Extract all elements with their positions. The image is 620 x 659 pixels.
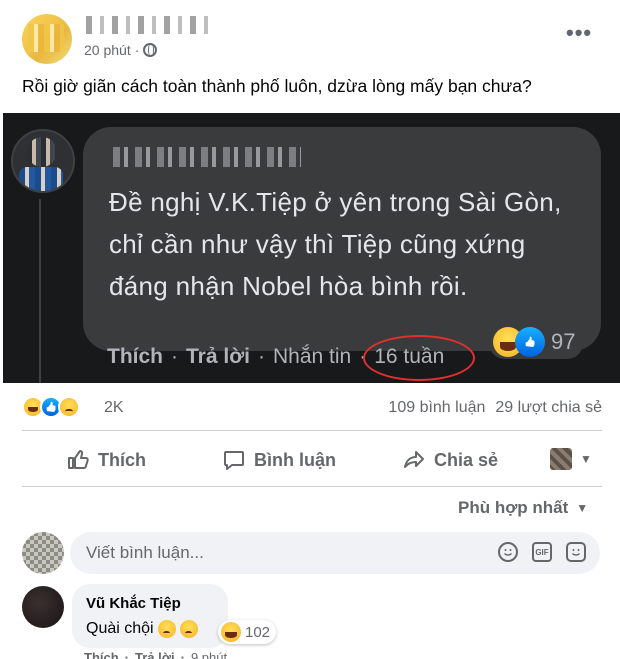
current-user-avatar[interactable] <box>22 532 64 574</box>
embedded-author-blurred <box>113 147 301 167</box>
more-icon[interactable]: ••• <box>566 22 592 44</box>
sad-emoji-icon <box>179 620 198 638</box>
comment-count[interactable]: 109 bình luận <box>388 399 485 417</box>
comment-composer[interactable]: GIF <box>70 532 600 574</box>
comment-time[interactable]: 9 phút <box>191 650 227 659</box>
comment-sort-dropdown[interactable]: Phù hợp nhất ▼ <box>458 498 588 518</box>
comment-button[interactable]: Bình luận <box>222 448 336 472</box>
comment-bubble: Vũ Khắc Tiệp Quài chội <box>72 584 228 648</box>
post-text: Rồi giờ giãn cách toàn thành phố luôn, d… <box>22 76 532 96</box>
comment-reply[interactable]: Trả lời <box>135 650 175 659</box>
sort-label: Phù hợp nhất <box>458 498 569 517</box>
reaction-summary[interactable] <box>22 396 80 418</box>
post-meta: 20 phút · <box>84 42 158 58</box>
embedded-reply: Trả lời <box>186 345 250 368</box>
comment-label: Bình luận <box>254 449 336 470</box>
divider <box>22 430 602 431</box>
comment-actions: Thích · Trả lời · 9 phút <box>84 650 227 659</box>
share-icon <box>404 451 424 468</box>
action-bar: Thích Bình luận Chia sẻ ▼ <box>22 434 602 484</box>
reaction-count[interactable]: 2K <box>104 399 124 417</box>
comment-text-content: Quài chội <box>86 620 154 637</box>
comment-text: Quài chội <box>86 620 198 638</box>
comment-icon <box>224 451 244 470</box>
audience-selector[interactable]: ▼ <box>550 448 592 470</box>
thumb-icon <box>68 450 89 469</box>
like-icon <box>515 327 545 357</box>
like-label: Thích <box>98 449 146 470</box>
meta-separator: · <box>134 42 140 58</box>
gif-icon[interactable]: GIF <box>532 542 552 562</box>
embedded-comment-bubble: Đề nghị V.K.Tiệp ở yên trong Sài Gòn, ch… <box>83 127 601 351</box>
emoji-icon[interactable] <box>498 542 518 562</box>
composer-icons: GIF <box>498 542 586 562</box>
embedded-comment-image[interactable]: Đề nghị V.K.Tiệp ở yên trong Sài Gòn, ch… <box>3 113 620 383</box>
like-button[interactable]: Thích <box>66 448 146 472</box>
share-label: Chia sẻ <box>434 449 499 470</box>
share-button[interactable]: Chia sẻ <box>402 448 498 472</box>
thread-line <box>39 199 41 383</box>
mini-avatar <box>550 448 572 470</box>
post-header: 20 phút · ••• <box>0 0 620 70</box>
embedded-dot: · <box>257 345 265 368</box>
globe-icon[interactable] <box>143 43 158 57</box>
chevron-down-icon: ▼ <box>580 452 592 466</box>
comment-input[interactable] <box>86 532 486 574</box>
sad-icon <box>58 396 80 418</box>
author-name-blurred[interactable] <box>86 16 216 34</box>
divider <box>22 486 602 487</box>
haha-icon <box>221 622 241 642</box>
chevron-down-icon: ▼ <box>576 501 589 515</box>
comment-dot: · <box>124 650 130 659</box>
red-circle-highlight <box>363 335 475 381</box>
comment-reaction-count: 102 <box>245 623 271 641</box>
embedded-like: Thích <box>107 345 163 368</box>
comment-author[interactable]: Vũ Khắc Tiệp <box>86 595 181 612</box>
embedded-dot: · <box>171 345 178 368</box>
commenter-avatar[interactable] <box>22 586 64 628</box>
comment-like[interactable]: Thích <box>84 650 119 659</box>
sad-emoji-icon <box>157 620 176 638</box>
embedded-message: Nhắn tin <box>272 345 352 368</box>
share-count[interactable]: 29 lượt chia sẻ <box>495 399 602 417</box>
comment-reactions[interactable]: 102 <box>218 620 277 644</box>
sticker-icon[interactable] <box>566 542 586 562</box>
author-avatar[interactable] <box>22 14 72 64</box>
embedded-avatar <box>11 129 75 193</box>
comment-dot: · <box>180 650 185 659</box>
embedded-reaction-count: 97 <box>551 329 576 354</box>
embedded-comment-text: Đề nghị V.K.Tiệp ở yên trong Sài Gòn, ch… <box>109 187 562 301</box>
embedded-reactions: 97 <box>489 325 584 359</box>
post-time[interactable]: 20 phút <box>84 42 131 58</box>
post-stats: 2K 109 bình luận 29 lượt chia sẻ <box>22 396 602 422</box>
